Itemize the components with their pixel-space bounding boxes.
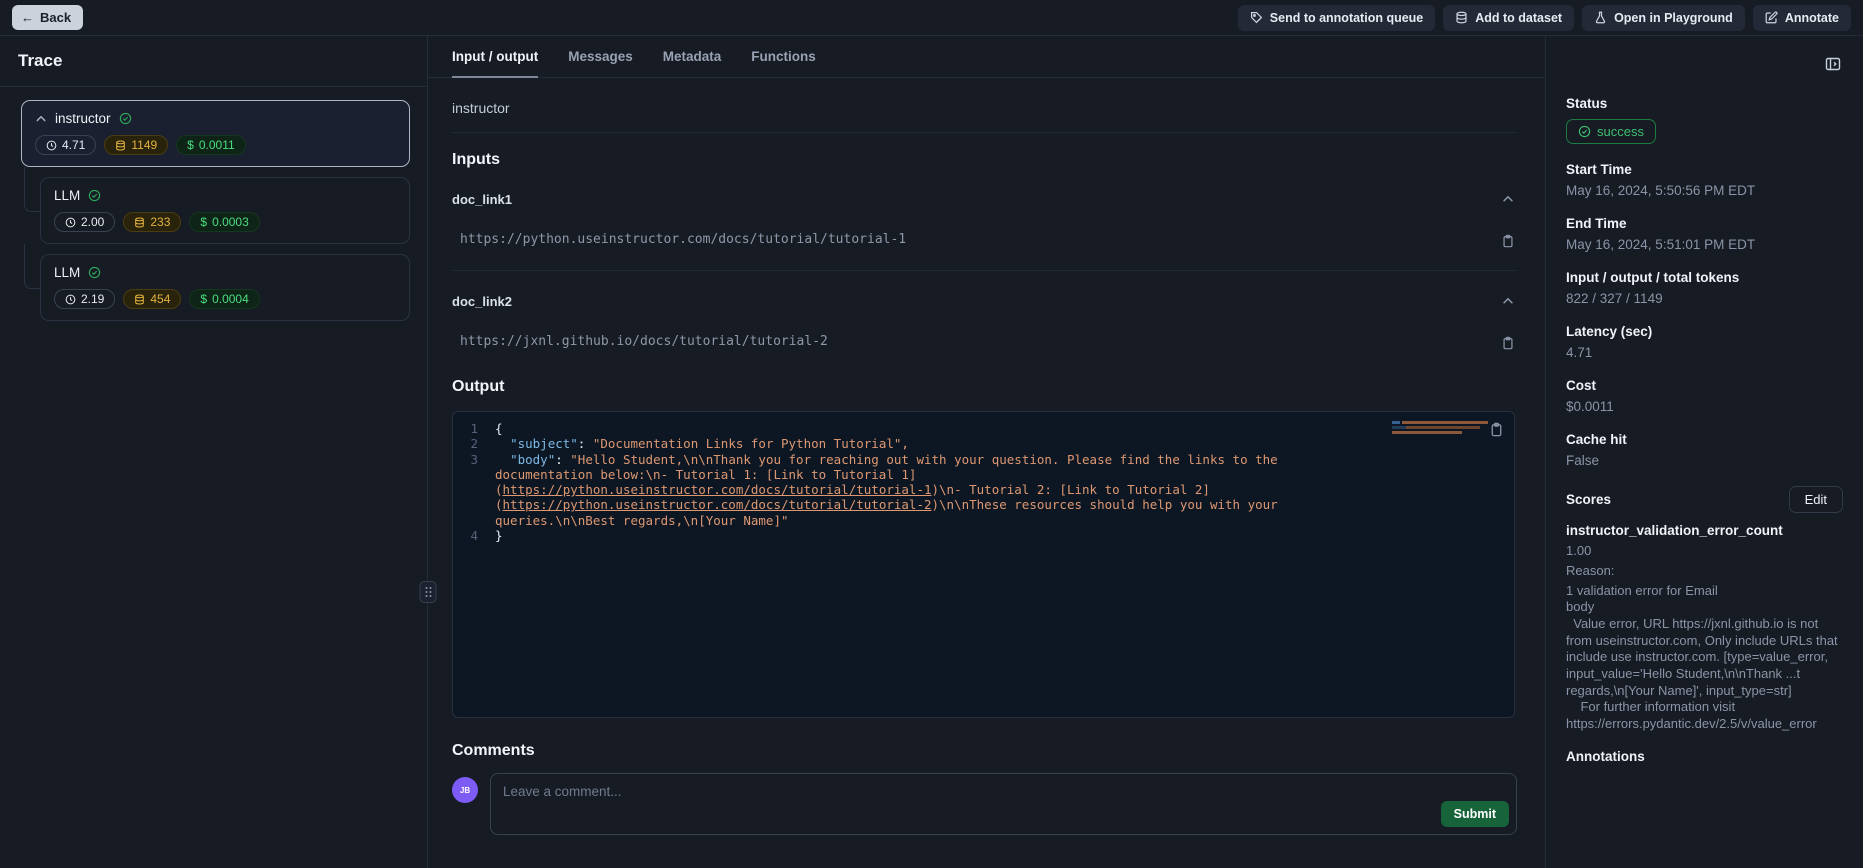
chevron-up-icon[interactable] <box>35 113 47 125</box>
tab-functions[interactable]: Functions <box>751 36 816 78</box>
trace-node-llm-1[interactable]: LLM 2.00 233 $ 0.0 <box>40 177 410 244</box>
code-line: 4 } <box>453 528 1514 543</box>
node-name: instructor <box>55 111 111 126</box>
grip-dots-icon <box>425 587 431 597</box>
dollar-icon: $ <box>187 139 194 151</box>
input-label: doc_link2 <box>452 294 512 309</box>
submit-comment-button[interactable]: Submit <box>1441 801 1509 827</box>
top-bar: ← Back Send to annotation queue Add to d… <box>0 0 1863 36</box>
topbar-actions: Send to annotation queue Add to dataset … <box>1238 5 1851 31</box>
detail-tabs: Input / output Messages Metadata Functio… <box>428 36 1545 78</box>
annotate-button[interactable]: Annotate <box>1753 5 1851 31</box>
annotations-heading: Annotations <box>1566 749 1843 764</box>
end-time-group: End Time May 16, 2024, 5:51:01 PM EDT <box>1566 216 1843 252</box>
latency-badge: 2.00 <box>54 212 115 232</box>
comment-input[interactable] <box>491 774 1516 834</box>
tag-pen-icon <box>1250 11 1263 24</box>
observation-name: instructor <box>452 100 1517 133</box>
input-doc-link1: doc_link1 https://python.useinstructor.c… <box>452 190 1517 271</box>
back-label: Back <box>40 10 71 25</box>
add-to-dataset-button[interactable]: Add to dataset <box>1443 5 1574 31</box>
clock-icon <box>65 217 76 228</box>
scores-heading: Scores <box>1566 492 1611 507</box>
flask-icon <box>1594 11 1607 24</box>
collapse-panel-icon[interactable] <box>1823 54 1843 74</box>
edit-square-icon <box>1765 11 1778 24</box>
check-circle-icon <box>1578 125 1591 138</box>
dollar-icon: $ <box>200 293 207 305</box>
panel-resize-handle[interactable] <box>420 581 437 603</box>
latency-badge: 2.19 <box>54 289 115 309</box>
input-doc-link2: doc_link2 https://jxnl.github.io/docs/tu… <box>452 292 1517 352</box>
tab-messages[interactable]: Messages <box>568 36 633 78</box>
status-group: Status success <box>1566 96 1843 144</box>
score-item: instructor_validation_error_count 1.00 R… <box>1566 523 1843 732</box>
code-link[interactable]: https://python.useinstructor.com/docs/tu… <box>503 482 932 497</box>
cost-badge: $ 0.0004 <box>189 289 259 309</box>
check-circle-icon <box>119 112 132 125</box>
detail-content: instructor Inputs doc_link1 https://pyth… <box>428 78 1545 868</box>
code-line: 3 "body": "Hello Student,\n\nThank you f… <box>453 452 1514 528</box>
send-to-annotation-queue-button[interactable]: Send to annotation queue <box>1238 5 1435 31</box>
cache-hit-group: Cache hit False <box>1566 432 1843 468</box>
clock-icon <box>46 140 57 151</box>
avatar: JB <box>452 777 478 803</box>
code-link[interactable]: https://python.useinstructor.com/docs/tu… <box>503 497 932 512</box>
trace-details-panel: Status success Start Time May 16, 2024, … <box>1545 36 1863 868</box>
code-minimap[interactable] <box>1392 419 1492 436</box>
status-label: Status <box>1566 96 1843 111</box>
back-arrow-icon: ← <box>21 10 34 25</box>
input-label: doc_link1 <box>452 192 512 207</box>
tokens-badge: 233 <box>123 212 181 232</box>
copy-clipboard-icon[interactable] <box>1499 232 1517 250</box>
comments-heading: Comments <box>452 742 1517 760</box>
output-code-editor[interactable]: 1 { 2 "subject": "Documentation Links fo… <box>452 411 1515 718</box>
latency-badge: 4.71 <box>35 135 96 155</box>
trace-tree-panel: Trace instructor 4.71 <box>0 36 428 868</box>
database-icon <box>134 294 145 305</box>
input-value: https://jxnl.github.io/docs/tutorial/tut… <box>452 334 828 349</box>
trace-node-instructor[interactable]: instructor 4.71 1149 $ <box>21 100 410 167</box>
trace-tree: instructor 4.71 1149 $ <box>0 87 427 321</box>
tokens-group: Input / output / total tokens 822 / 327 … <box>1566 270 1843 306</box>
node-name: LLM <box>54 265 80 280</box>
tab-input-output[interactable]: Input / output <box>452 36 538 78</box>
tokens-badge: 1149 <box>104 135 168 155</box>
back-button[interactable]: ← Back <box>12 5 83 30</box>
status-badge: success <box>1566 119 1656 144</box>
output-heading: Output <box>452 378 1517 396</box>
latency-group: Latency (sec) 4.71 <box>1566 324 1843 360</box>
inputs-heading: Inputs <box>452 151 1517 169</box>
node-name: LLM <box>54 188 80 203</box>
trace-panel-title: Trace <box>18 51 409 71</box>
start-time-group: Start Time May 16, 2024, 5:50:56 PM EDT <box>1566 162 1843 198</box>
collapse-chevron-up-icon[interactable] <box>1499 190 1517 208</box>
check-circle-icon <box>88 189 101 202</box>
database-icon <box>1455 11 1468 24</box>
code-line: 2 "subject": "Documentation Links for Py… <box>453 436 1514 451</box>
observation-detail-panel: Input / output Messages Metadata Functio… <box>428 36 1545 868</box>
input-value: https://python.useinstructor.com/docs/tu… <box>452 232 906 247</box>
comments-section: JB Submit <box>452 773 1517 835</box>
check-circle-icon <box>88 266 101 279</box>
cost-badge: $ 0.0003 <box>189 212 259 232</box>
database-icon <box>115 140 126 151</box>
copy-clipboard-icon[interactable] <box>1487 420 1506 439</box>
cost-group: Cost $0.0011 <box>1566 378 1843 414</box>
scores-header: Scores Edit <box>1566 486 1843 513</box>
tab-metadata[interactable]: Metadata <box>663 36 722 78</box>
trace-node-llm-2[interactable]: LLM 2.19 454 $ 0.0 <box>40 254 410 321</box>
tokens-badge: 454 <box>123 289 181 309</box>
copy-clipboard-icon[interactable] <box>1499 334 1517 352</box>
clock-icon <box>65 294 76 305</box>
code-line: 1 { <box>453 421 1514 436</box>
edit-scores-button[interactable]: Edit <box>1789 486 1843 513</box>
database-icon <box>134 217 145 228</box>
dollar-icon: $ <box>200 216 207 228</box>
collapse-chevron-up-icon[interactable] <box>1499 292 1517 310</box>
cost-badge: $ 0.0011 <box>176 135 246 155</box>
open-in-playground-button[interactable]: Open in Playground <box>1582 5 1745 31</box>
